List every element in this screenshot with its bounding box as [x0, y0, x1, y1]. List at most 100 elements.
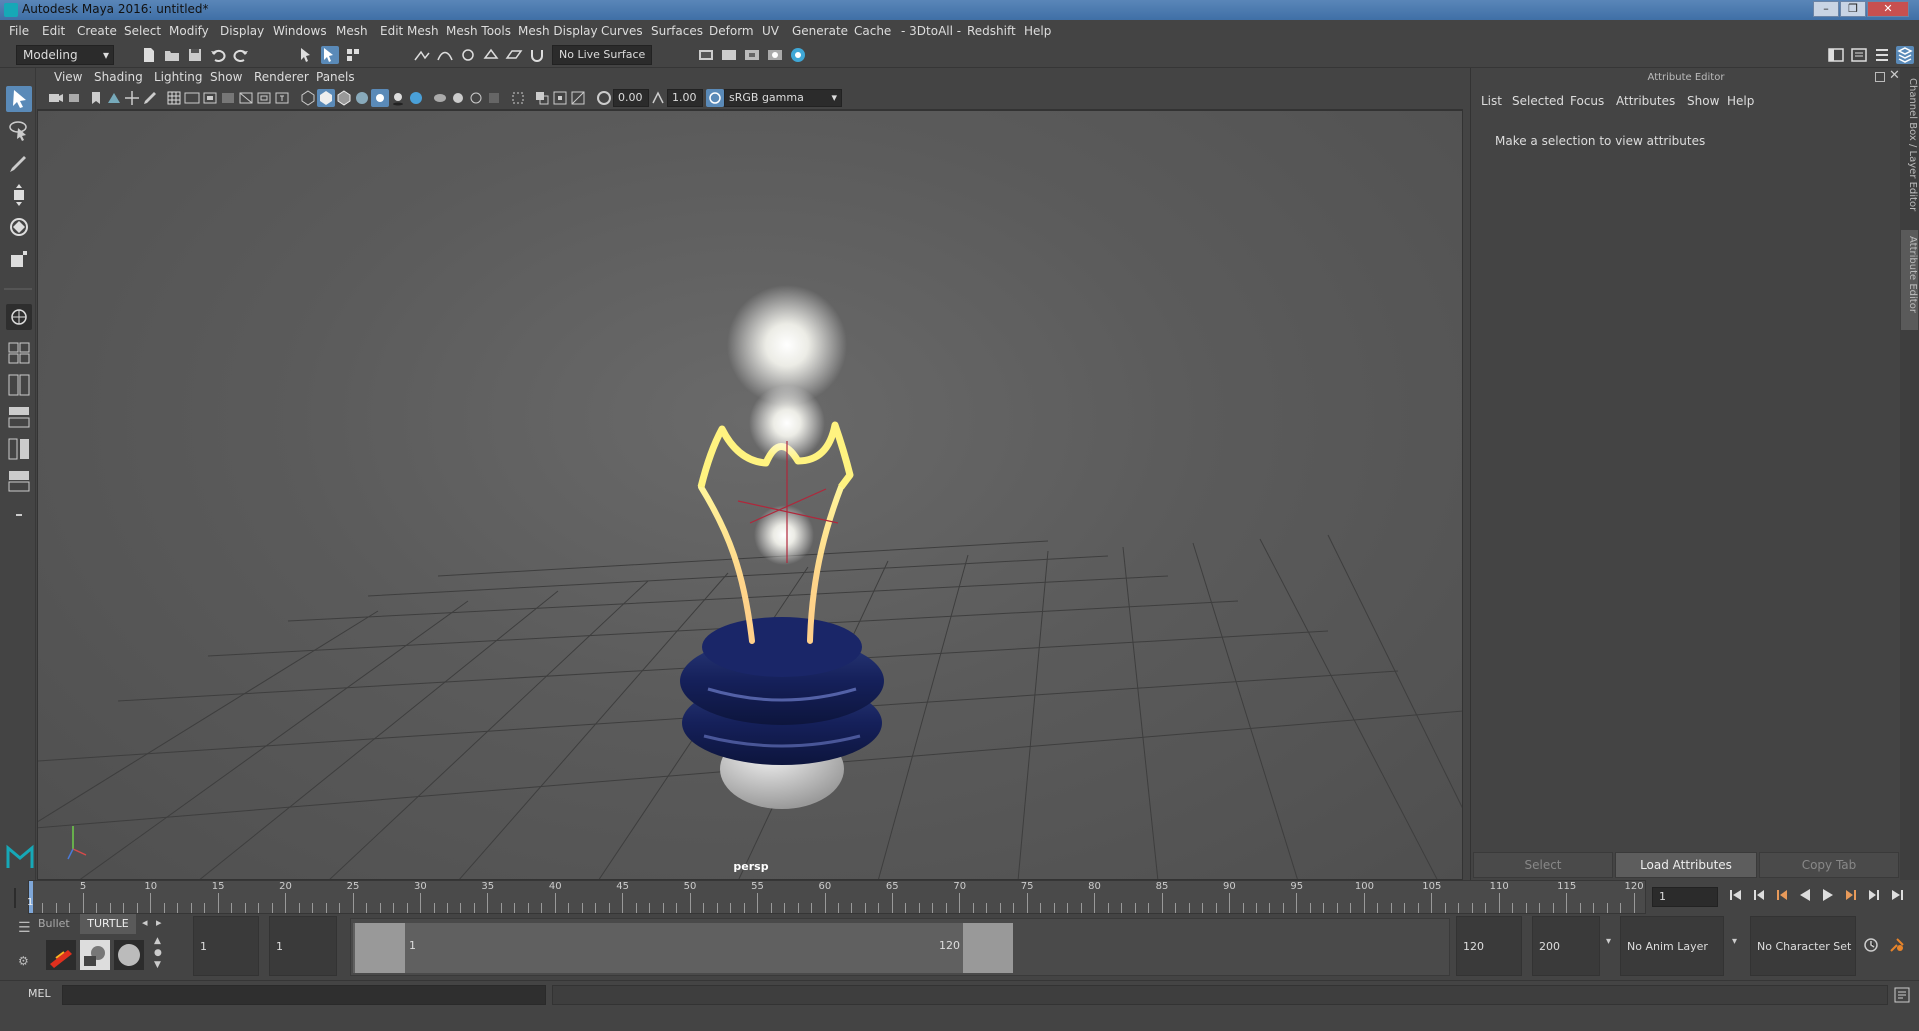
panel-menu-show[interactable]: Show — [210, 70, 242, 84]
menu-mesh-display[interactable]: Mesh Display — [518, 24, 598, 38]
attr-menu-help[interactable]: Help — [1727, 94, 1754, 108]
go-to-start-icon[interactable] — [1727, 886, 1745, 904]
shelf-scroll-bar[interactable]: ▲ ● ▼ — [152, 936, 166, 970]
scale-tool-icon[interactable] — [6, 246, 32, 272]
step-back-frame-icon[interactable] — [1750, 886, 1768, 904]
attr-menu-show[interactable]: Show — [1687, 94, 1719, 108]
render-view-icon[interactable] — [789, 46, 807, 64]
multisample-aa-icon[interactable] — [449, 89, 467, 107]
range-end-handle[interactable] — [963, 923, 1013, 973]
view-transform-dropdown[interactable]: sRGB gamma ▾ — [724, 89, 842, 107]
menu-file[interactable]: File — [9, 24, 29, 38]
menu-uv[interactable]: UV — [762, 24, 779, 38]
play-backwards-icon[interactable] — [1796, 886, 1814, 904]
anim-layer-field[interactable]: No Anim Layer — [1620, 916, 1724, 976]
menu-edit[interactable]: Edit — [42, 24, 65, 38]
outliner-layout-icon[interactable] — [6, 404, 32, 430]
menu-windows[interactable]: Windows — [273, 24, 327, 38]
camera-select-icon[interactable] — [47, 89, 65, 107]
float-panel-icon[interactable] — [1875, 72, 1885, 82]
move-tool-icon[interactable] — [6, 182, 32, 208]
shelf-scroll-left-icon[interactable]: ◂ — [142, 916, 148, 929]
load-attributes-button[interactable]: Load Attributes — [1615, 852, 1757, 878]
script-editor-icon[interactable] — [1893, 986, 1911, 1004]
character-set-field[interactable]: No Character Set — [1750, 916, 1856, 976]
shelf-menu-icon[interactable]: ☰ — [18, 920, 32, 936]
copy-tab-button[interactable]: Copy Tab — [1759, 852, 1899, 878]
magnet-icon[interactable] — [528, 46, 546, 64]
tab-attribute-editor[interactable]: Attribute Editor — [1901, 230, 1918, 330]
render-frame-icon[interactable] — [720, 46, 738, 64]
hypershade-layout-icon[interactable] — [6, 468, 32, 494]
snap-grid-icon[interactable] — [413, 46, 431, 64]
xray-components-icon[interactable] — [551, 89, 569, 107]
time-slider-grip[interactable] — [8, 884, 26, 910]
turtle-render-icon[interactable] — [46, 940, 76, 970]
side-by-side-layout-icon[interactable] — [6, 372, 32, 398]
turtle-baking-icon[interactable] — [80, 940, 110, 970]
current-frame-field[interactable]: 1 — [1652, 887, 1718, 907]
menu-generate[interactable]: Generate — [792, 24, 848, 38]
graph-editor-layout-icon[interactable] — [6, 436, 32, 462]
panel-menu-shading[interactable]: Shading — [94, 70, 143, 84]
minimize-button[interactable]: – — [1813, 1, 1839, 17]
select-object-icon[interactable] — [321, 46, 339, 64]
maximize-button[interactable]: ❐ — [1840, 1, 1866, 17]
menu-select[interactable]: Select — [124, 24, 161, 38]
xray-icon[interactable] — [509, 89, 527, 107]
wireframe-on-shaded-icon[interactable] — [335, 89, 353, 107]
gamma-field[interactable]: 1.00 — [667, 89, 703, 107]
close-panel-icon[interactable]: ✕ — [1889, 68, 1900, 83]
gate-mask-icon[interactable] — [219, 89, 237, 107]
shelf-scroll-right-icon[interactable]: ▸ — [156, 916, 162, 929]
playback-start-field[interactable]: 1 — [269, 916, 337, 976]
grease-pencil-icon[interactable] — [141, 89, 159, 107]
safe-action-icon[interactable] — [255, 89, 273, 107]
attr-menu-selected[interactable]: Selected — [1512, 94, 1564, 108]
menu-help[interactable]: Help — [1024, 24, 1051, 38]
menu-cache[interactable]: Cache — [854, 24, 891, 38]
panel-menu-panels[interactable]: Panels — [316, 70, 355, 84]
shelf-settings-icon[interactable]: ⚙ — [18, 954, 32, 968]
snap-point-icon[interactable] — [459, 46, 477, 64]
end-time-field[interactable]: 200 — [1532, 916, 1600, 976]
workspace-icon[interactable] — [1827, 46, 1845, 64]
menu-mesh[interactable]: Mesh — [336, 24, 368, 38]
xray-joints-icon[interactable] — [533, 89, 551, 107]
menu-modify[interactable]: Modify — [169, 24, 209, 38]
attr-menu-list[interactable]: List — [1481, 94, 1502, 108]
step-forward-key-icon[interactable] — [1842, 886, 1860, 904]
step-forward-frame-icon[interactable] — [1865, 886, 1883, 904]
use-all-lights-icon[interactable] — [371, 89, 389, 107]
chevron-down-icon[interactable]: ▾ — [1606, 936, 1611, 947]
perspective-viewport[interactable]: persp — [37, 110, 1463, 880]
menu-mesh-tools[interactable]: Mesh Tools — [446, 24, 511, 38]
start-time-field[interactable]: 1 — [193, 916, 259, 976]
single-perspective-layout-icon[interactable] — [6, 304, 32, 330]
go-to-end-icon[interactable] — [1888, 886, 1906, 904]
panel-menu-renderer[interactable]: Renderer — [254, 70, 309, 84]
menu-curves[interactable]: Curves — [601, 24, 643, 38]
menu-deform[interactable]: Deform — [709, 24, 754, 38]
render-settings-icon[interactable] — [697, 46, 715, 64]
four-view-layout-icon[interactable] — [6, 340, 32, 366]
undo-icon[interactable] — [209, 46, 227, 64]
shadows-icon[interactable] — [389, 89, 407, 107]
select-button[interactable]: Select — [1473, 852, 1613, 878]
rotate-tool-icon[interactable] — [6, 214, 32, 240]
menu-edit-mesh[interactable]: Edit Mesh — [380, 24, 439, 38]
playback-end-field[interactable]: 120 — [1456, 916, 1522, 976]
depth-of-field-icon[interactable] — [467, 89, 485, 107]
range-slider-track[interactable]: 1 120 — [350, 918, 1450, 976]
menu-create[interactable]: Create — [77, 24, 117, 38]
chevron-down-icon[interactable]: ▾ — [1732, 936, 1737, 947]
exposure-field[interactable]: 0.00 — [613, 89, 649, 107]
attr-menu-focus[interactable]: Focus — [1570, 94, 1604, 108]
attr-menu-attributes[interactable]: Attributes — [1616, 94, 1675, 108]
snap-curve-icon[interactable] — [436, 46, 454, 64]
backface-culling-icon[interactable] — [569, 89, 587, 107]
resolution-gate-icon[interactable] — [201, 89, 219, 107]
new-scene-icon[interactable] — [140, 46, 158, 64]
panel-menu-view[interactable]: View — [54, 70, 82, 84]
two-d-pan-icon[interactable] — [123, 89, 141, 107]
